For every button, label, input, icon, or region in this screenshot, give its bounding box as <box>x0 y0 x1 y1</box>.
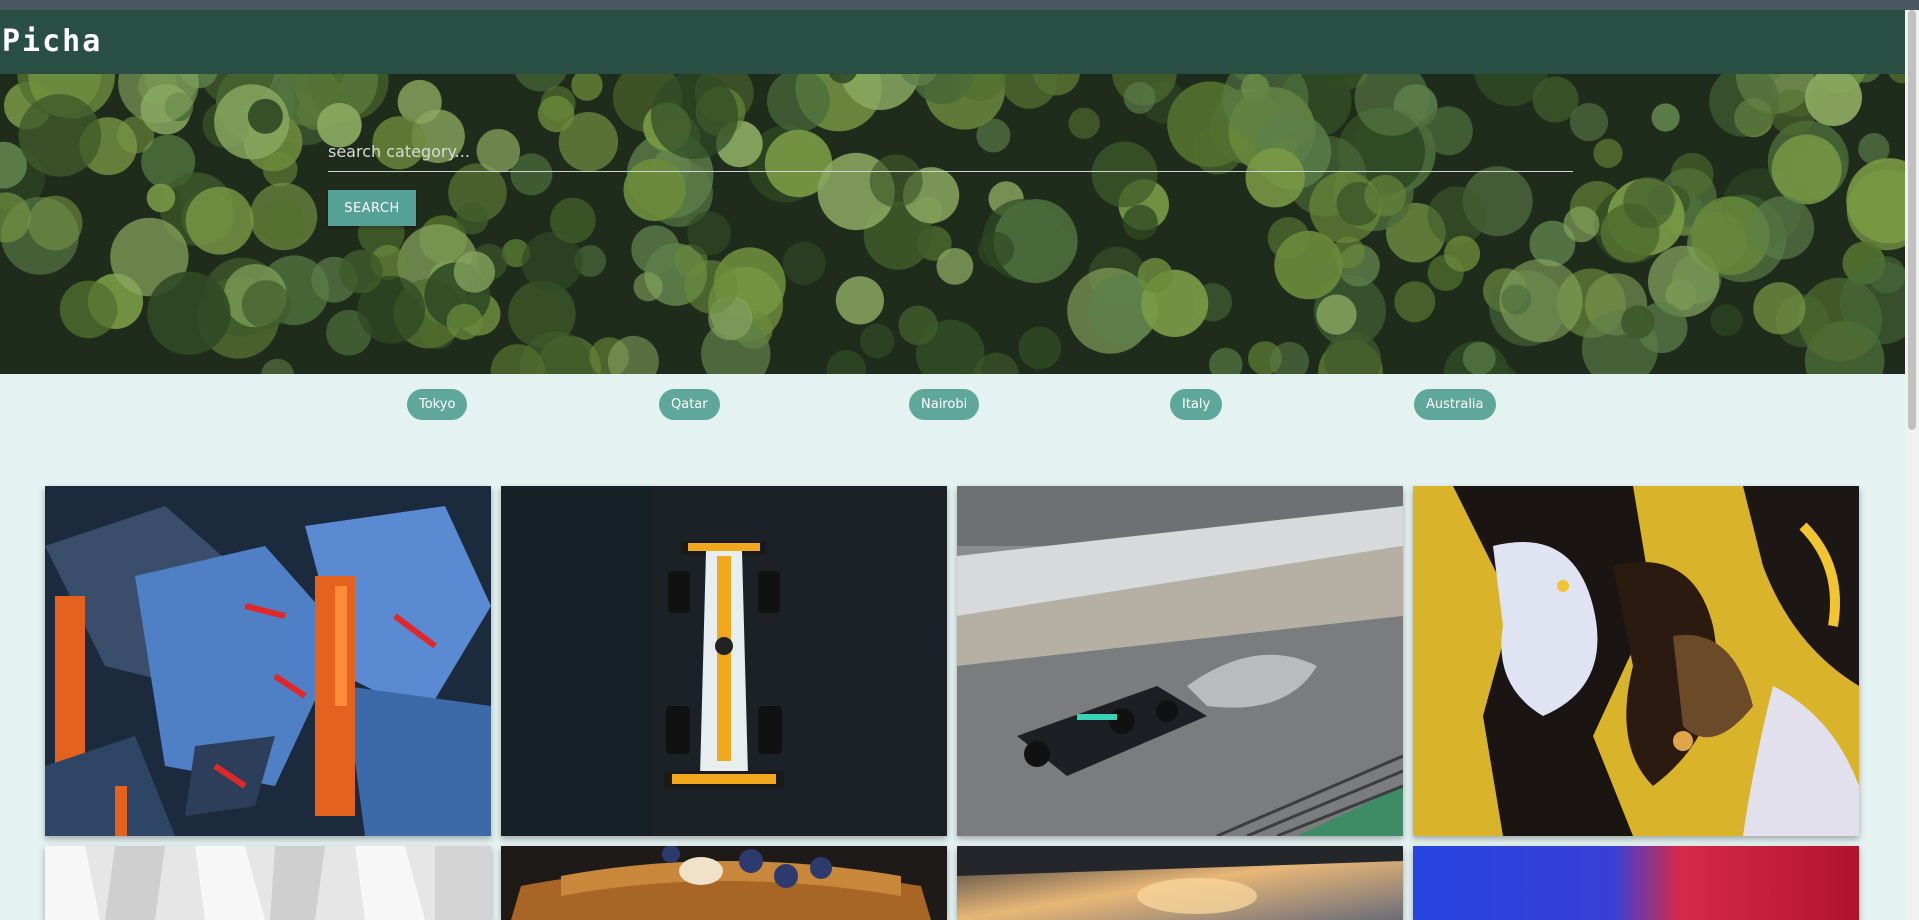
category-chip-nairobi[interactable]: Nairobi <box>909 389 980 420</box>
category-chip-qatar[interactable]: Qatar <box>659 389 720 420</box>
browser-top-strip <box>0 0 1919 10</box>
search-button[interactable]: SEARCH <box>328 190 416 226</box>
search-input[interactable] <box>328 132 1573 172</box>
gallery-photo-pancakes[interactable] <box>501 846 947 920</box>
gallery-photo-abstract-painting[interactable] <box>45 486 491 836</box>
forest-background-image <box>0 74 1905 374</box>
scrollbar-thumb[interactable] <box>1908 10 1916 430</box>
category-chip-australia[interactable]: Australia <box>1414 389 1496 420</box>
category-chip-italy[interactable]: Italy <box>1170 389 1223 420</box>
gallery-photo-white-architecture[interactable] <box>45 846 491 920</box>
gallery-photo-abstract-fluid[interactable] <box>1413 486 1859 836</box>
navbar: Picha <box>0 10 1905 74</box>
gallery-photo-sunset-sky[interactable] <box>957 846 1403 920</box>
gallery-photo-f1-car-wet-track[interactable] <box>957 486 1403 836</box>
brand-logo[interactable]: Picha <box>2 27 102 57</box>
hero-banner: SEARCH <box>0 74 1905 374</box>
gallery-photo-f1-car-overhead[interactable] <box>501 486 947 836</box>
category-chip-tokyo[interactable]: Tokyo <box>407 389 468 420</box>
page-scrollbar[interactable] <box>1905 10 1919 920</box>
gallery-photo-blue-red-gradient[interactable] <box>1413 846 1859 920</box>
search-form: SEARCH <box>328 132 1573 226</box>
